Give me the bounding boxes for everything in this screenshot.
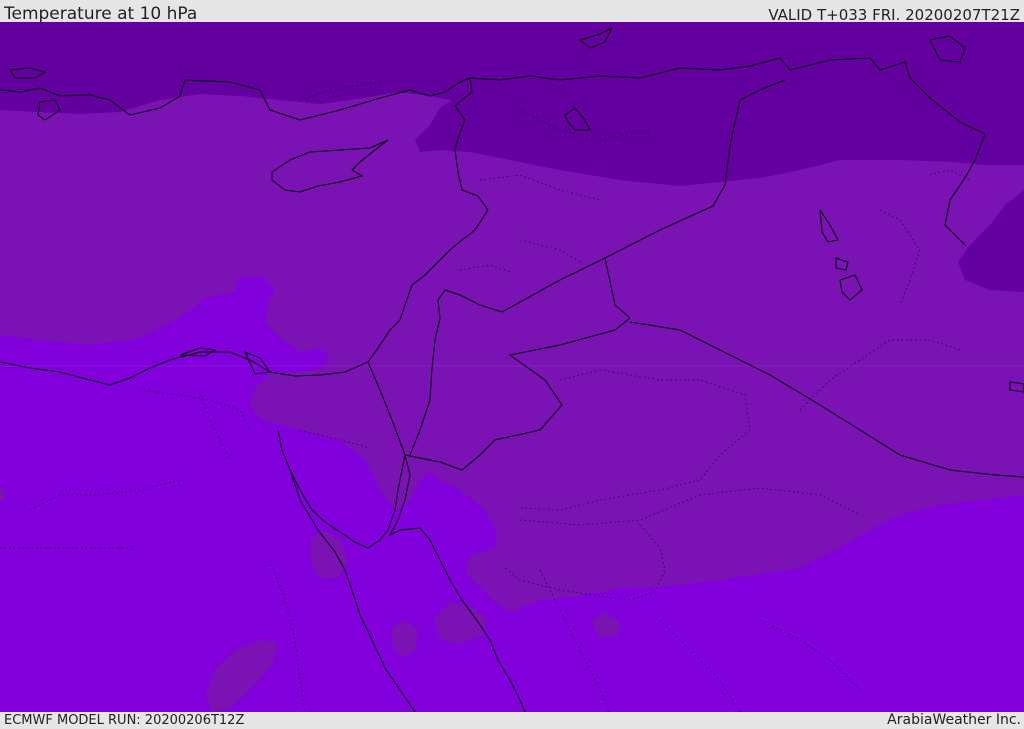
- credit-label: ArabiaWeather Inc.: [887, 712, 1021, 728]
- model-run-label: ECMWF MODEL RUN: 20200206T12Z: [4, 713, 245, 728]
- map-canvas: [0, 22, 1024, 712]
- map-footer: ECMWF MODEL RUN: 20200206T12Z ArabiaWeat…: [0, 712, 1024, 729]
- map-header: Temperature at 10 hPa VALID T+033 FRI. 2…: [0, 0, 1024, 24]
- temperature-map: [0, 22, 1024, 712]
